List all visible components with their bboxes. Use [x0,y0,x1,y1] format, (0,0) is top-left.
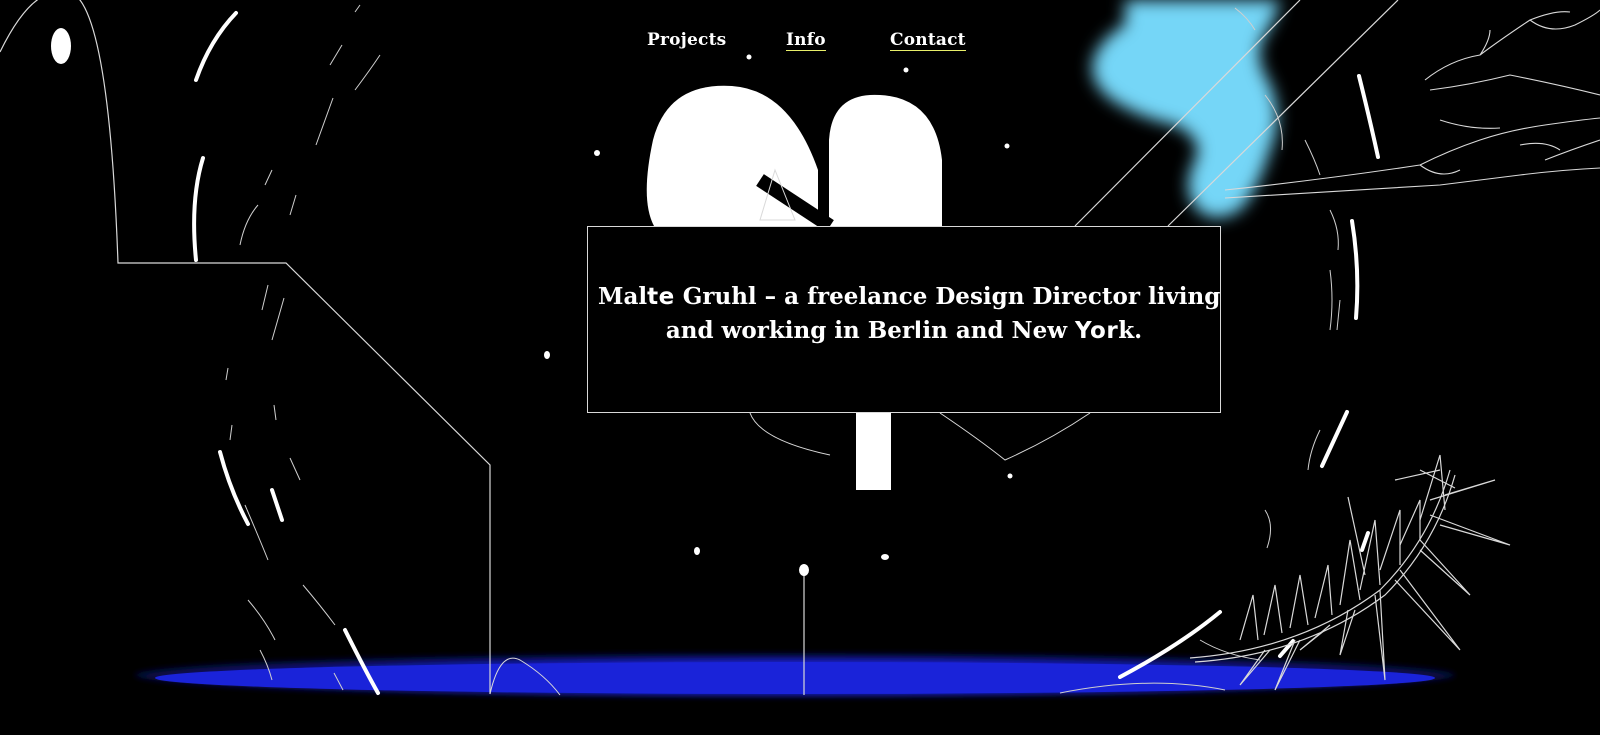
intro-line-1: Malte Gruhl – a freelance Design Directo… [598,280,1220,314]
nav-link-info[interactable]: Info [786,30,826,51]
intro-segment-heavy: Yor [1075,318,1119,344]
main-nav: Projects Info Contact [0,30,1600,60]
intro-segment-heavy: te [647,284,675,310]
intro-segment: Mal [598,283,648,310]
intro-segment: Gruhl – a freelance Design Director livi… [674,283,1221,310]
intro-segment: and working in Ber [665,317,914,344]
spiky-branch [1189,454,1511,691]
intro-line-2: and working in Berlin and New York. [598,314,1210,348]
left-arch [0,0,491,694]
intro-box: Malte Gruhl – a freelance Design Directo… [587,226,1221,413]
intro-segment: k. [1118,317,1143,344]
nav-link-projects[interactable]: Projects [647,30,726,50]
nav-link-contact[interactable]: Contact [890,30,966,51]
page: Projects Info Contact Malte Gruhl – a fr… [0,0,1600,735]
intro-segment: in and New [922,317,1076,344]
intro-text: Malte Gruhl – a freelance Design Directo… [588,227,1220,348]
left-strokes [192,11,380,695]
